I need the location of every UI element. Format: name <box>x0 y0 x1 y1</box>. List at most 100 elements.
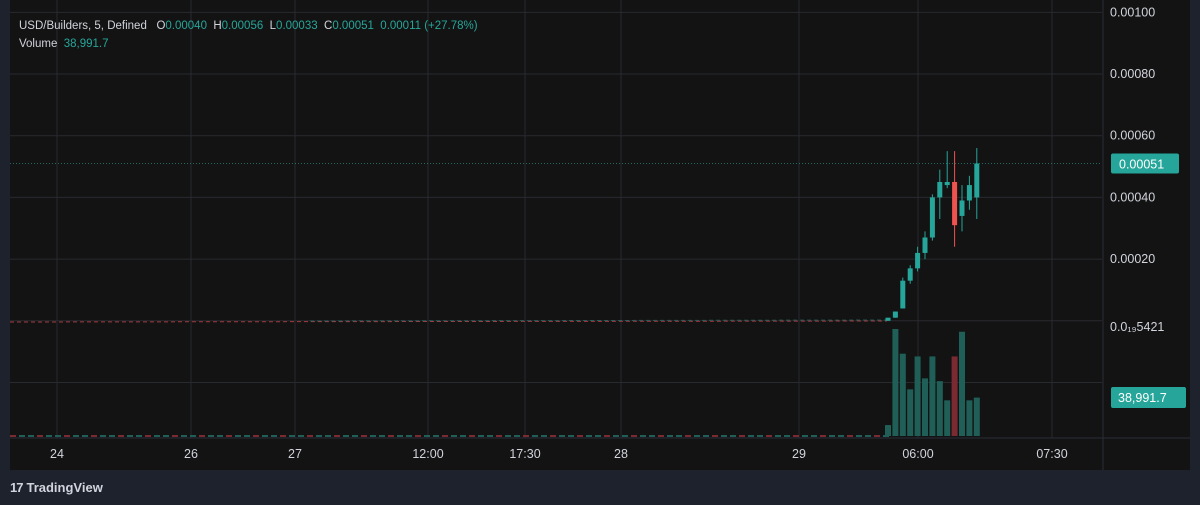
volume-bar <box>100 435 106 437</box>
volume-bar <box>907 389 914 436</box>
volume-bar <box>550 435 556 437</box>
price-tick-label: 0.00080 <box>1110 67 1155 81</box>
candle-body <box>959 200 965 216</box>
volume-bar <box>244 435 250 437</box>
volume-bar <box>973 397 980 436</box>
volume-bar <box>838 435 844 437</box>
volume-bar <box>199 435 205 437</box>
high-label: H <box>213 20 222 32</box>
volume-bar <box>766 435 772 437</box>
candle-body <box>929 197 935 238</box>
volume-bar <box>487 435 493 437</box>
volume-bar <box>856 435 862 437</box>
volume-bar <box>289 435 295 437</box>
volume-bar <box>667 435 673 437</box>
volume-bar <box>748 435 754 437</box>
candle-body <box>922 237 928 253</box>
volume-bar <box>370 435 376 437</box>
candle-body <box>952 181 958 226</box>
volume-bar <box>208 435 214 437</box>
candle-body <box>907 268 913 281</box>
volume-bar <box>775 435 781 437</box>
price-tick-label: 0.00060 <box>1110 129 1155 143</box>
volume-bar <box>631 435 637 437</box>
volume-bar <box>397 435 403 437</box>
volume-bar <box>307 435 313 437</box>
volume-bar <box>253 435 259 437</box>
volume-bar <box>433 435 439 437</box>
price-tick-label: 0.00100 <box>1110 5 1155 19</box>
volume-bar <box>217 435 223 437</box>
volume-bar <box>784 435 790 437</box>
volume-bar <box>514 435 520 437</box>
volume-label[interactable]: Volume <box>19 38 57 50</box>
volume-bar <box>649 435 655 437</box>
volume-bar <box>820 435 826 437</box>
volume-bar <box>10 435 16 437</box>
volume-bar <box>235 435 241 437</box>
time-tick-label: 06:00 <box>902 447 933 461</box>
chart-legend: USD/Builders, 5, Defined O0.00040 H0.000… <box>19 17 478 53</box>
volume-bar <box>966 400 973 436</box>
volume-bar <box>379 435 385 437</box>
volume-bar <box>469 435 475 437</box>
volume-bar <box>885 425 891 436</box>
volume-bar <box>959 331 965 436</box>
volume-bar <box>936 381 943 436</box>
time-tick-label: 17:30 <box>509 447 540 461</box>
volume-bar <box>37 435 43 437</box>
volume-bar <box>316 435 322 437</box>
time-tick-label: 29 <box>792 447 806 461</box>
volume-bar <box>892 329 899 436</box>
volume-bar <box>280 435 286 437</box>
chart-area[interactable]: 0.00100 0.00080 0.00060 0.00040 0.00020 0.0₁₉… <box>10 0 1190 470</box>
volume-bar <box>28 435 34 437</box>
volume-bar <box>640 435 646 437</box>
volume-bar <box>811 435 817 437</box>
time-tick-label: 12:00 <box>412 447 443 461</box>
volume-bar <box>415 435 421 437</box>
volume-bar <box>685 435 691 437</box>
current-price-label: 0.00051 <box>1119 157 1164 171</box>
volume-bar <box>64 435 70 437</box>
volume-bar <box>82 435 88 437</box>
volume-bar <box>46 435 52 437</box>
price-tick-label: 0.00040 <box>1110 190 1155 204</box>
volume-bar <box>19 435 25 437</box>
volume-bar <box>586 435 592 437</box>
volume-bar <box>181 435 187 437</box>
low-value: 0.00033 <box>276 20 318 32</box>
volume-bar <box>712 435 718 437</box>
candlestick-chart[interactable]: 0.00100 0.00080 0.00060 0.00040 0.00020 0.0₁₉… <box>10 0 1190 470</box>
volume-bar <box>136 435 142 437</box>
volume-bar <box>865 435 871 437</box>
volume-bar <box>163 435 169 437</box>
volume-bar <box>922 378 928 436</box>
tradingview-logo-text: TradingView <box>26 480 103 495</box>
volume-bar <box>226 435 232 437</box>
volume-bar <box>944 400 951 436</box>
volume-bar <box>172 435 178 437</box>
tradingview-logo-icon: 17 <box>10 480 24 495</box>
high-value: 0.00056 <box>221 20 264 32</box>
candle-body <box>974 163 980 198</box>
time-tick-label: 27 <box>288 447 302 461</box>
volume-bar <box>929 356 936 436</box>
volume-bar <box>73 435 79 437</box>
symbol-label[interactable]: USD/Builders, 5, Defined <box>19 20 147 32</box>
ohlc-row: USD/Builders, 5, Defined O0.00040 H0.000… <box>19 17 478 35</box>
volume-bar <box>343 435 349 437</box>
volume-bar <box>361 435 367 437</box>
time-tick-label: 24 <box>50 447 64 461</box>
volume-bar <box>55 435 61 437</box>
volume-bar <box>914 356 921 436</box>
time-tick-label: 26 <box>184 447 198 461</box>
volume-bar <box>523 435 529 437</box>
volume-bar <box>793 435 799 437</box>
volume-bar <box>874 435 880 437</box>
price-tick-label: 0.00020 <box>1110 252 1155 266</box>
volume-bar <box>298 435 304 437</box>
tradingview-logo[interactable]: 17 TradingView <box>10 480 103 495</box>
close-value: 0.00051 <box>332 20 374 32</box>
volume-bar <box>613 435 619 437</box>
